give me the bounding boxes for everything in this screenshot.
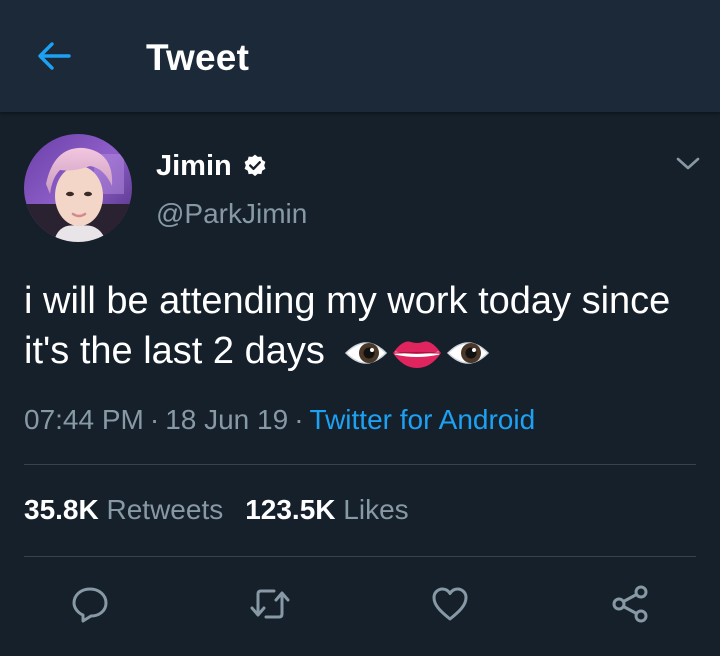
author-name: Jimin — [156, 149, 232, 182]
chevron-down-icon — [676, 157, 700, 170]
avatar[interactable] — [24, 134, 132, 242]
verified-badge-icon — [242, 153, 268, 179]
more-options-button[interactable] — [672, 150, 704, 178]
share-button[interactable] — [606, 580, 654, 628]
divider — [24, 464, 696, 465]
heart-icon — [432, 587, 468, 621]
author-name-row[interactable]: Jimin — [156, 146, 268, 186]
retweet-button[interactable] — [246, 580, 294, 628]
share-icon — [612, 585, 648, 623]
tweet-actions — [0, 580, 720, 628]
reply-icon — [72, 587, 108, 623]
tweet-stats: 35.8K Retweets 123.5K Likes — [24, 492, 409, 528]
reply-button[interactable] — [66, 580, 114, 628]
tweet-meta: 07:44 PM · 18 Jun 19 · Twitter for Android — [24, 404, 536, 435]
arrow-left-icon — [38, 42, 71, 70]
eye-emoji-icon — [447, 342, 490, 364]
lips-emoji-icon — [393, 341, 442, 368]
retweet-icon — [250, 589, 290, 619]
page-title: Tweet — [146, 37, 250, 78]
retweets-count: 35.8K — [24, 494, 99, 525]
likes-stat[interactable]: 123.5K Likes — [245, 494, 408, 525]
tweet-body: i will be attending my work today since … — [24, 276, 696, 376]
like-button[interactable] — [426, 580, 474, 628]
tweet-time: 07:44 PM — [24, 404, 144, 435]
author-handle[interactable]: @ParkJimin — [156, 196, 307, 232]
eye-emoji-icon — [345, 342, 388, 364]
app-header: Tweet — [0, 0, 720, 112]
divider — [24, 556, 696, 557]
tweet-date: 18 Jun 19 — [165, 404, 289, 435]
tweet-emojis — [343, 335, 491, 371]
tweet-source-link[interactable]: Twitter for Android — [310, 404, 536, 435]
likes-label: Likes — [343, 494, 409, 525]
likes-count: 123.5K — [245, 494, 336, 525]
retweets-label: Retweets — [106, 494, 224, 525]
back-button[interactable] — [30, 36, 78, 76]
retweets-stat[interactable]: 35.8K Retweets — [24, 494, 223, 525]
